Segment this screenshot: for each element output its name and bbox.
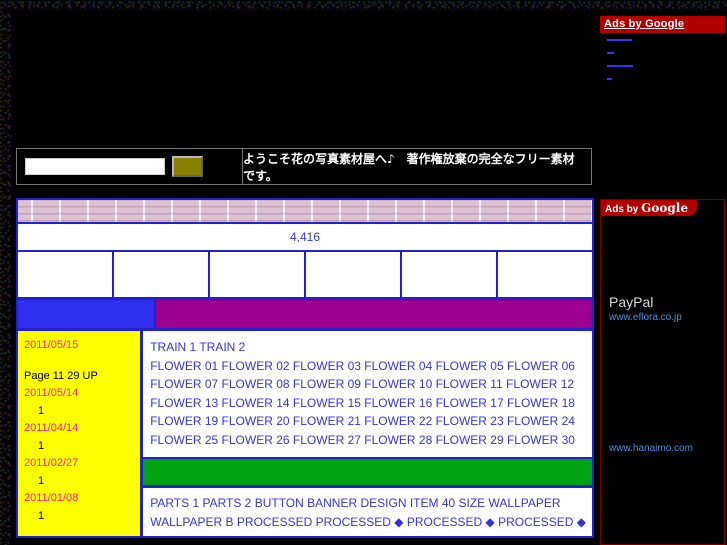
visitor-counter: 4,416 [18,224,592,252]
news-sidebar: 2011/05/15 Page 11 29 UP 2011/05/14 1 20… [18,331,144,536]
ad-placeholder-line[interactable] [607,39,632,41]
page-border-noise-left [0,0,11,545]
welcome-message: ようこそ花の写真素材屋へ♪ 著作権放棄の完全なフリー素材です。 [243,151,575,183]
category-link-content: TRAIN 1 TRAIN 2 FLOWER 01 FLOWER 02 FLOW… [143,331,592,536]
link-row[interactable]: FLOWER 19 FLOWER 20 FLOWER 21 FLOWER 22 … [150,412,586,431]
top-ad-placeholder-lines [600,33,725,80]
top-google-ads-block: Ads by Google [600,16,725,91]
site-search-area [17,149,243,184]
ad-entry-paypal[interactable]: PayPal www.eflora.co.jp [601,294,724,324]
link-row[interactable]: WALLPAPER B PROCESSED PROCESSED ◆ PROCES… [150,513,586,532]
google-wordmark: Google [641,201,688,215]
news-date: 2011/05/14 [24,387,79,399]
news-date: 2011/04/14 [24,422,79,434]
link-row[interactable]: FLOWER 07 FLOWER 08 FLOWER 09 FLOWER 10 … [150,375,586,394]
link-row[interactable]: PARTS 1 PARTS 2 BUTTON BANNER DESIGN ITE… [150,494,586,513]
ad-placeholder-line[interactable] [607,78,612,80]
news-date: 2011/01/08 [24,492,79,504]
thumbnail-cell[interactable] [402,252,498,297]
ad-placeholder-line[interactable] [607,65,633,67]
sidebar-header-bar [18,300,156,328]
news-count: 1 [38,510,45,522]
link-row[interactable]: FLOWER 13 FLOWER 14 FLOWER 15 FLOWER 16 … [150,394,586,413]
right-google-ads-panel: Ads by Google PayPal www.eflora.co.jp ww… [600,199,725,545]
news-count: 1 [38,440,45,452]
ad-entry-hanaimo[interactable]: www.hanaimo.com [601,442,724,455]
news-update-text: Page 11 29 UP [24,370,98,382]
thumbnail-cell[interactable] [114,252,210,297]
thumbnail-cell[interactable] [306,252,402,297]
ad-spacer [601,216,724,294]
ad-placeholder-line[interactable] [607,52,614,54]
ad-spacer [601,324,724,442]
header-bar: ようこそ花の写真素材屋へ♪ 著作権放棄の完全なフリー素材です。 [16,148,592,185]
news-date: 2011/05/15 [24,339,79,351]
thumbnail-cell[interactable] [498,252,592,297]
page-border-noise-top [0,0,727,11]
top-ads-by-google-label: Ads by Google [604,18,685,30]
ad-title: PayPal [609,294,654,310]
thumbnail-cell[interactable] [210,252,306,297]
ad-spacer [601,455,724,544]
ad-url[interactable]: www.hanaimo.com [609,442,724,455]
brick-pattern-banner [18,200,592,224]
right-ads-by-google-banner[interactable]: Ads by Google [601,200,697,216]
main-body-row: 2011/05/15 Page 11 29 UP 2011/05/14 1 20… [18,331,592,536]
thumbnail-cell[interactable] [18,252,114,297]
news-count: 1 [38,405,45,417]
news-count: 1 [38,475,45,487]
section-header-bars [18,300,592,331]
news-spacer [24,355,140,368]
thumbnail-cells-row [18,252,592,300]
link-row[interactable]: FLOWER 01 FLOWER 02 FLOWER 03 FLOWER 04 … [150,357,586,376]
page-root: Ads by Google ようこそ花の写真素材屋へ♪ 著作権放棄の完全なフリー… [11,11,727,545]
flower-link-group: TRAIN 1 TRAIN 2 FLOWER 01 FLOWER 02 FLOW… [143,331,592,457]
search-input[interactable] [25,158,165,175]
main-content-table: 4,416 2011/05/15 Page 11 29 UP 2011/05/1… [16,198,594,538]
search-submit-button[interactable] [172,156,203,177]
ad-url[interactable]: www.eflora.co.jp [609,311,724,324]
content-header-bar [156,300,592,328]
parts-link-group: PARTS 1 PARTS 2 BUTTON BANNER DESIGN ITE… [143,488,592,535]
link-row[interactable]: TRAIN 1 TRAIN 2 [150,338,586,357]
parts-section-header-bar [143,457,592,488]
top-ads-by-google-banner[interactable]: Ads by Google [600,16,725,33]
right-ads-by-google-prefix: Ads by [605,204,642,215]
link-row[interactable]: FLOWER 25 FLOWER 26 FLOWER 27 FLOWER 28 … [150,431,586,450]
news-date: 2011/02/27 [24,457,79,469]
